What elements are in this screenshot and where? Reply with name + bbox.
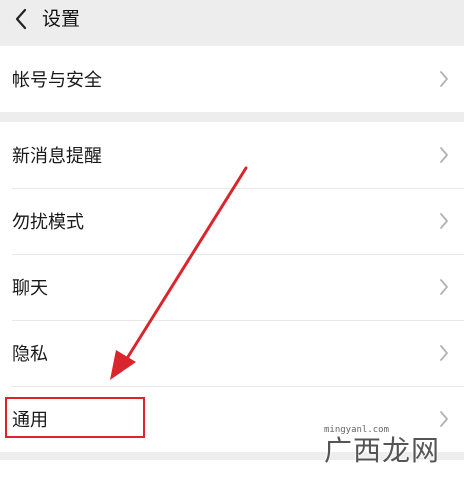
watermark-logo: mingyanl.com 广西龙网	[324, 425, 454, 477]
chevron-right-icon	[440, 213, 448, 229]
chevron-left-icon	[15, 8, 27, 30]
settings-item-new-message-notify[interactable]: 新消息提醒	[0, 122, 464, 188]
settings-item-do-not-disturb[interactable]: 勿扰模式	[0, 188, 464, 254]
settings-item-label: 帐号与安全	[12, 70, 102, 91]
chevron-right-icon	[440, 71, 448, 87]
chevron-right-icon	[440, 147, 448, 163]
settings-group-account: 帐号与安全	[0, 46, 464, 112]
nav-bar: 设置	[0, 0, 464, 44]
chevron-right-icon	[440, 279, 448, 295]
chevron-right-icon	[440, 345, 448, 361]
settings-item-label: 通用	[12, 410, 48, 431]
back-button[interactable]	[6, 4, 36, 34]
settings-item-label: 聊天	[12, 278, 48, 299]
chevron-right-icon	[440, 411, 448, 427]
settings-item-privacy[interactable]: 隐私	[0, 320, 464, 386]
watermark-text: 广西龙网	[324, 434, 441, 467]
settings-group-main: 新消息提醒 勿扰模式 聊天 隐私 通用	[0, 122, 464, 452]
page-title: 设置	[42, 8, 81, 30]
settings-item-label: 勿扰模式	[12, 212, 84, 233]
settings-item-chat[interactable]: 聊天	[0, 254, 464, 320]
settings-item-account-security[interactable]: 帐号与安全	[0, 46, 464, 112]
settings-item-label: 隐私	[12, 344, 48, 365]
settings-page: 设置 帐号与安全 新消息提醒 勿扰模式 聊天 隐私 通用 mingyanl.co…	[0, 0, 464, 487]
settings-item-label: 新消息提醒	[12, 146, 102, 167]
